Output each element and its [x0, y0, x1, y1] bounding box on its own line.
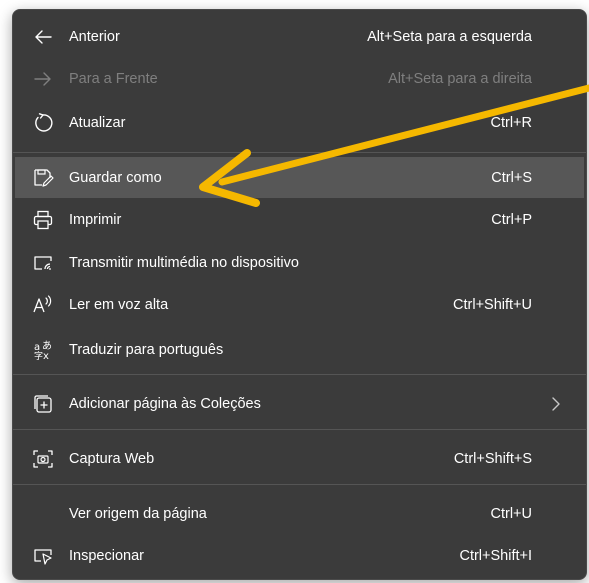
refresh-icon	[32, 112, 54, 134]
inspect-icon	[32, 545, 54, 567]
menu-item-shortcut: Alt+Seta para a direita	[388, 70, 532, 87]
menu-item-shortcut: Ctrl+P	[491, 211, 532, 228]
menu-item-label: Ler em voz alta	[69, 296, 169, 313]
menu-item-label: Adicionar página às Coleções	[69, 395, 261, 412]
menu-item-label: Guardar como	[69, 169, 162, 186]
menu-item-add-to-collections[interactable]: Adicionar página às Coleções	[15, 383, 584, 424]
menu-item-label: Anterior	[69, 28, 120, 45]
menu-separator	[13, 429, 586, 430]
save-as-icon	[32, 167, 54, 189]
menu-item-forward[interactable]: Para a Frente Alt+Seta para a direita	[15, 58, 584, 99]
svg-text:字: 字	[34, 350, 43, 361]
chevron-right-icon	[550, 396, 562, 412]
menu-item-label: Ver origem da página	[69, 505, 207, 522]
collections-icon	[32, 393, 54, 415]
web-capture-icon	[32, 448, 54, 470]
menu-item-shortcut: Ctrl+Shift+S	[453, 450, 532, 467]
translate-icon: aあ字x	[32, 339, 54, 361]
menu-item-shortcut: Ctrl+Shift+I	[459, 547, 532, 564]
menu-item-translate[interactable]: aあ字x Traduzir para português	[15, 329, 584, 370]
menu-item-inspect[interactable]: Inspecionar Ctrl+Shift+I	[15, 535, 584, 576]
menu-item-back[interactable]: Anterior Alt+Seta para a esquerda	[15, 16, 584, 57]
menu-item-label: Transmitir multimédia no dispositivo	[69, 254, 299, 271]
menu-item-refresh[interactable]: Atualizar Ctrl+R	[15, 102, 584, 143]
menu-item-shortcut: Ctrl+Shift+U	[453, 296, 532, 313]
menu-separator	[13, 152, 586, 153]
menu-item-label: Inspecionar	[69, 547, 144, 564]
menu-item-label: Captura Web	[69, 450, 155, 467]
menu-item-shortcut: Ctrl+S	[491, 169, 532, 186]
menu-item-read-aloud[interactable]: Ler em voz alta Ctrl+Shift+U	[15, 284, 584, 325]
forward-arrow-icon	[32, 68, 54, 90]
menu-item-web-capture[interactable]: Captura Web Ctrl+Shift+S	[15, 438, 584, 479]
read-aloud-icon	[32, 294, 54, 316]
menu-item-label: Atualizar	[69, 114, 126, 131]
menu-item-shortcut: Alt+Seta para a esquerda	[367, 28, 532, 45]
menu-item-shortcut: Ctrl+U	[490, 505, 533, 522]
menu-item-print[interactable]: Imprimir Ctrl+P	[15, 199, 584, 240]
menu-item-label: Para a Frente	[69, 70, 158, 87]
menu-item-save-as[interactable]: Guardar como Ctrl+S	[15, 157, 584, 198]
menu-item-view-source[interactable]: Ver origem da página Ctrl+U	[15, 493, 584, 534]
context-menu: Anterior Alt+Seta para a esquerda Para a…	[12, 9, 587, 580]
menu-separator	[13, 374, 586, 375]
menu-item-cast-media[interactable]: Transmitir multimédia no dispositivo	[15, 242, 584, 283]
menu-item-label: Traduzir para português	[69, 341, 224, 358]
svg-text:x: x	[43, 351, 49, 361]
menu-item-shortcut: Ctrl+R	[490, 114, 533, 131]
menu-item-label: Imprimir	[69, 211, 122, 228]
printer-icon	[32, 209, 54, 231]
cast-icon	[32, 252, 54, 274]
menu-separator	[13, 484, 586, 485]
back-arrow-icon	[32, 26, 54, 48]
